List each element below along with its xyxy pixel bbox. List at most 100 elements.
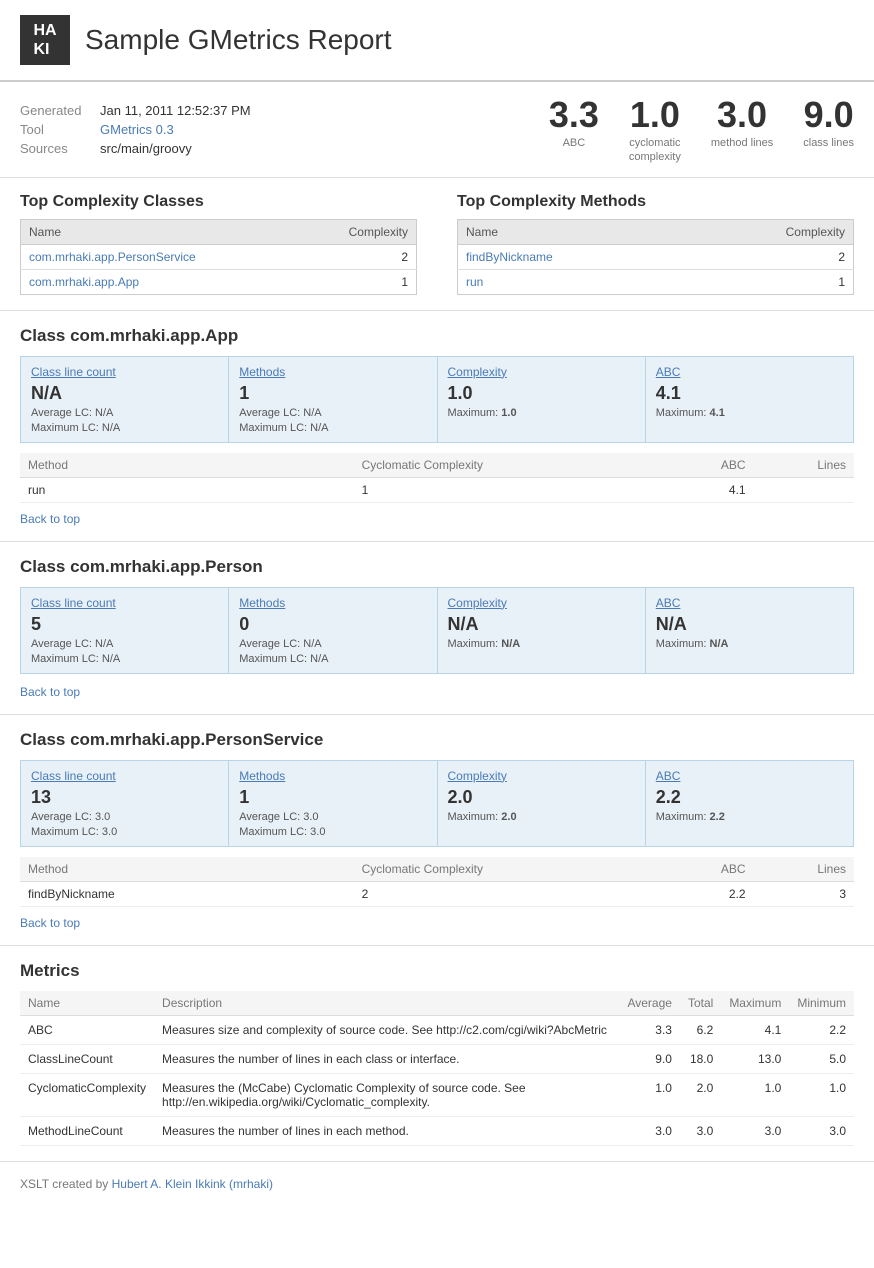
generated-label: Generated: [20, 103, 90, 118]
class-metrics: Class line count 13 Average LC: 3.0 Maxi…: [20, 760, 854, 847]
metrics-th-maximum: Maximum: [721, 991, 789, 1016]
method-table: Method Cyclomatic Complexity ABC Lines f…: [20, 857, 854, 907]
class-metric-cell-3: ABC 2.2 Maximum: 2.2: [646, 761, 853, 846]
class-metric-cell-1: Methods 1 Average LC: N/A Maximum LC: N/…: [229, 357, 437, 442]
method-cyclomatic-td: 1: [354, 477, 663, 502]
footer-link[interactable]: Hubert A. Klein Ikkink (mrhaki): [112, 1177, 273, 1191]
back-to-top-link[interactable]: Back to top: [20, 512, 80, 526]
back-to-top-link[interactable]: Back to top: [20, 685, 80, 699]
metric-avg-td: 3.0: [619, 1116, 679, 1145]
class-metric-header-0[interactable]: Class line count: [31, 769, 218, 783]
metrics-section: Metrics Name Description Average Total M…: [0, 946, 874, 1162]
top-complexity-classes: Top Complexity Classes Name Complexity c…: [20, 193, 417, 295]
class-metric-header-1[interactable]: Methods: [239, 769, 426, 783]
metric-desc-td: Measures size and complexity of source c…: [154, 1015, 619, 1044]
table-row: findByNickname2: [458, 244, 854, 269]
metrics-th-average: Average: [619, 991, 679, 1016]
metric-min-td: 5.0: [789, 1044, 854, 1073]
class-name-cell: com.mrhaki.app.PersonService: [21, 244, 301, 269]
metric-desc-td: Measures the number of lines in each met…: [154, 1116, 619, 1145]
method-th-name: Method: [20, 453, 354, 478]
metrics-th-desc: Description: [154, 991, 619, 1016]
top-methods-header-row: Name Complexity: [458, 219, 854, 244]
class-metric-max-val-2: 1.0: [501, 407, 516, 419]
class-metric-sub1-1: Average LC: N/A: [239, 407, 426, 419]
class-metric-value-1: 1: [239, 383, 426, 404]
table-row: run 1 4.1: [20, 477, 854, 502]
class-metric-header-1[interactable]: Methods: [239, 365, 426, 379]
method-th-cyclomatic: Cyclomatic Complexity: [354, 453, 663, 478]
class-metric-header-3[interactable]: ABC: [656, 596, 843, 610]
class-link[interactable]: com.mrhaki.app.PersonService: [29, 250, 196, 264]
sources-row: Sources src/main/groovy: [20, 141, 251, 156]
class-metric-sub1-1: Average LC: N/A: [239, 638, 426, 650]
class-metric-max-val-3: 4.1: [710, 407, 725, 419]
meta-left: Generated Jan 11, 2011 12:52:37 PM Tool …: [20, 103, 251, 156]
tool-link[interactable]: GMetrics 0.3: [100, 122, 174, 137]
class-metric-value-2: 1.0: [448, 383, 635, 404]
back-to-top: Back to top: [20, 511, 854, 526]
top-classes-th-name: Name: [21, 219, 301, 244]
method-name-cell: run: [458, 269, 686, 294]
top-methods-title: Top Complexity Methods: [457, 193, 854, 211]
class-metric-sub2-1: Maximum LC: N/A: [239, 422, 426, 434]
back-to-top: Back to top: [20, 684, 854, 699]
metric-abc-value: 3.3: [549, 94, 599, 136]
class-metric-max-3: Maximum: 4.1: [656, 407, 843, 419]
class-metric-header-1[interactable]: Methods: [239, 596, 426, 610]
top-complexity-methods: Top Complexity Methods Name Complexity f…: [457, 193, 854, 295]
class-metric-max-2: Maximum: N/A: [448, 638, 635, 650]
class-metric-sub2-1: Maximum LC: N/A: [239, 653, 426, 665]
class-metric-header-0[interactable]: Class line count: [31, 596, 218, 610]
metric-min-td: 2.2: [789, 1015, 854, 1044]
method-name-td: findByNickname: [20, 881, 354, 906]
metric-name-td: CyclomaticComplexity: [20, 1073, 154, 1116]
top-tables: Top Complexity Classes Name Complexity c…: [0, 178, 874, 311]
class-metric-header-3[interactable]: ABC: [656, 365, 843, 379]
logo: HAKI: [20, 15, 70, 65]
table-row: run 1: [458, 269, 854, 294]
method-th-name: Method: [20, 857, 354, 882]
class-metric-max-val-2: N/A: [501, 638, 520, 650]
meta-section: Generated Jan 11, 2011 12:52:37 PM Tool …: [0, 82, 874, 178]
metrics-title: Metrics: [20, 961, 854, 981]
class-metric-value-0: N/A: [31, 383, 218, 404]
method-cyclomatic-td: 2: [354, 881, 663, 906]
top-methods-table: Name Complexity findByNickname2 run 1: [457, 219, 854, 295]
method-table: Method Cyclomatic Complexity ABC Lines r…: [20, 453, 854, 503]
metric-min-td: 1.0: [789, 1073, 854, 1116]
class-metric-header-0[interactable]: Class line count: [31, 365, 218, 379]
metric-avg-td: 9.0: [619, 1044, 679, 1073]
back-to-top-link[interactable]: Back to top: [20, 916, 80, 930]
class-metric-header-2[interactable]: Complexity: [448, 769, 635, 783]
class-section-0: Class com.mrhaki.app.App Class line coun…: [0, 311, 874, 542]
generated-row: Generated Jan 11, 2011 12:52:37 PM: [20, 103, 251, 118]
metric-class-lines-label: class lines: [803, 136, 854, 150]
class-metric-sub2-0: Maximum LC: 3.0: [31, 826, 218, 838]
class-metric-max-3: Maximum: 2.2: [656, 811, 843, 823]
class-metric-header-2[interactable]: Complexity: [448, 596, 635, 610]
method-lines-td: [754, 477, 854, 502]
class-metric-max-2: Maximum: 1.0: [448, 407, 635, 419]
class-link[interactable]: com.mrhaki.app.App: [29, 275, 139, 289]
metric-total-td: 18.0: [680, 1044, 721, 1073]
top-methods-th-name: Name: [458, 219, 686, 244]
metric-abc-label: ABC: [549, 136, 599, 150]
class-metric-value-0: 5: [31, 614, 218, 635]
class-section-2: Class com.mrhaki.app.PersonService Class…: [0, 715, 874, 946]
method-link[interactable]: findByNickname: [466, 250, 553, 264]
class-metric-cell-0: Class line count 5 Average LC: N/A Maxim…: [21, 588, 229, 673]
class-metric-cell-2: Complexity 1.0 Maximum: 1.0: [438, 357, 646, 442]
class-metric-header-2[interactable]: Complexity: [448, 365, 635, 379]
method-complexity-cell: 1: [686, 269, 854, 294]
method-th-abc: ABC: [662, 453, 753, 478]
class-metric-header-3[interactable]: ABC: [656, 769, 843, 783]
metric-cyclomatic-value: 1.0: [629, 94, 681, 136]
method-link[interactable]: run: [466, 275, 483, 289]
table-row: findByNickname 2 2.2 3: [20, 881, 854, 906]
metric-method-lines: 3.0 method lines: [711, 94, 773, 150]
top-classes-table: Name Complexity com.mrhaki.app.PersonSer…: [20, 219, 417, 295]
metric-class-lines: 9.0 class lines: [803, 94, 854, 150]
class-metric-max-3: Maximum: N/A: [656, 638, 843, 650]
metric-method-lines-label: method lines: [711, 136, 773, 150]
